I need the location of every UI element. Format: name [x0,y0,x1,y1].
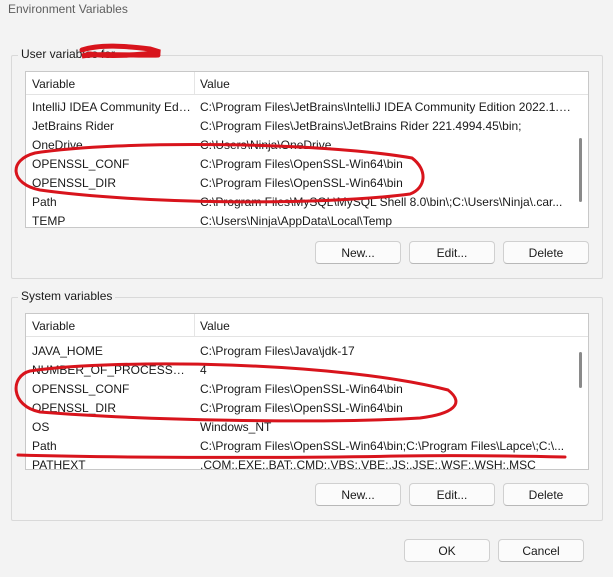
user-variables-list[interactable]: Variable Value IntelliJ IDEA Community E… [25,71,589,228]
vertical-scrollbar[interactable] [574,98,588,223]
title-bar: Environment Variables [0,0,613,30]
variable-name: OPENSSL_CONF [32,382,130,396]
list-item[interactable]: TEMP C:\Users\Ninja\AppData\Local\Temp [26,211,588,228]
variable-name: TEMP [32,214,66,228]
list-item[interactable]: OPENSSL_CONF C:\Program Files\OpenSSL-Wi… [26,154,588,173]
variable-name: NUMBER_OF_PROCESSORS [32,363,192,377]
variable-value: C:\Program Files\OpenSSL-Win64\bin [200,382,403,396]
column-separator [194,72,195,94]
column-separator [194,314,195,336]
variable-value: C:\Program Files\JetBrains\IntelliJ IDEA… [200,100,572,114]
system-new-button[interactable]: New... [315,483,401,506]
column-variable[interactable]: Variable [32,319,75,333]
system-variables-list[interactable]: Variable Value JAVA_HOME C:\Program File… [25,313,589,470]
variable-value: C:\Program Files\Java\jdk-17 [200,344,355,358]
variable-name: OPENSSL_CONF [32,157,130,171]
user-edit-button[interactable]: Edit... [409,241,495,264]
variable-value: 4 [200,363,207,377]
list-item[interactable]: PATHEXT .COM;.EXE;.BAT;.CMD;.VBS;.VBE;.J… [26,455,588,470]
variable-value: C:\Program Files\OpenSSL-Win64\bin [200,401,403,415]
variable-value: C:\Users\Ninja\OneDrive [200,138,332,152]
list-header: Variable Value [26,72,588,95]
user-variables-label: User variables for [18,47,119,61]
list-item[interactable]: Path C:\Program Files\MySQL\MySQL Shell … [26,192,588,211]
column-value[interactable]: Value [200,319,230,333]
variable-value: C:\Program Files\JetBrains\JetBrains Rid… [200,119,522,133]
variable-value: Windows_NT [200,420,272,434]
variable-name: OS [32,420,50,434]
system-variables-group: System variables Variable Value JAVA_HOM… [11,289,603,521]
list-item[interactable]: OS Windows_NT [26,417,588,436]
variable-value: C:\Program Files\MySQL\MySQL Shell 8.0\b… [200,195,563,209]
variable-name: OPENSSL_DIR [32,176,117,190]
user-variables-group: User variables for Variable Value Intell… [11,47,603,279]
variable-value: C:\Program Files\OpenSSL-Win64\bin [200,176,403,190]
variable-value: C:\Users\Ninja\AppData\Local\Temp [200,214,393,228]
variable-name: PATHEXT [32,458,86,470]
window-title: Environment Variables [8,2,128,16]
variable-name: Path [32,195,57,209]
user-new-button[interactable]: New... [315,241,401,264]
list-item[interactable]: OneDrive C:\Users\Ninja\OneDrive [26,135,588,154]
variable-name: JetBrains Rider [32,119,115,133]
column-variable[interactable]: Variable [32,77,75,91]
variable-name: IntelliJ IDEA Community Edit... [32,100,192,114]
list-header: Variable Value [26,314,588,337]
scrollbar-thumb[interactable] [579,352,582,388]
scrollbar-thumb[interactable] [579,138,582,202]
variable-value: .COM;.EXE;.BAT;.CMD;.VBS;.VBE;.JS;.JSE;.… [200,458,536,470]
system-variables-label: System variables [18,289,116,303]
variable-name: JAVA_HOME [32,344,103,358]
cancel-button[interactable]: Cancel [498,539,584,562]
variable-value: C:\Program Files\OpenSSL-Win64\bin;C:\Pr… [200,439,565,453]
list-item[interactable]: JAVA_HOME C:\Program Files\Java\jdk-17 [26,341,588,360]
list-item[interactable]: IntelliJ IDEA Community Edit... C:\Progr… [26,97,588,116]
variable-name: Path [32,439,57,453]
variable-name: OneDrive [32,138,83,152]
ok-button[interactable]: OK [404,539,490,562]
list-item[interactable]: JetBrains Rider C:\Program Files\JetBrai… [26,116,588,135]
list-item[interactable]: OPENSSL_CONF C:\Program Files\OpenSSL-Wi… [26,379,588,398]
list-item[interactable]: OPENSSL_DIR C:\Program Files\OpenSSL-Win… [26,173,588,192]
system-edit-button[interactable]: Edit... [409,483,495,506]
user-delete-button[interactable]: Delete [503,241,589,264]
variable-value: C:\Program Files\OpenSSL-Win64\bin [200,157,403,171]
variable-name: OPENSSL_DIR [32,401,117,415]
column-value[interactable]: Value [200,77,230,91]
vertical-scrollbar[interactable] [574,340,588,465]
list-item[interactable]: Path C:\Program Files\OpenSSL-Win64\bin;… [26,436,588,455]
list-item[interactable]: OPENSSL_DIR C:\Program Files\OpenSSL-Win… [26,398,588,417]
system-delete-button[interactable]: Delete [503,483,589,506]
list-item[interactable]: NUMBER_OF_PROCESSORS 4 [26,360,588,379]
